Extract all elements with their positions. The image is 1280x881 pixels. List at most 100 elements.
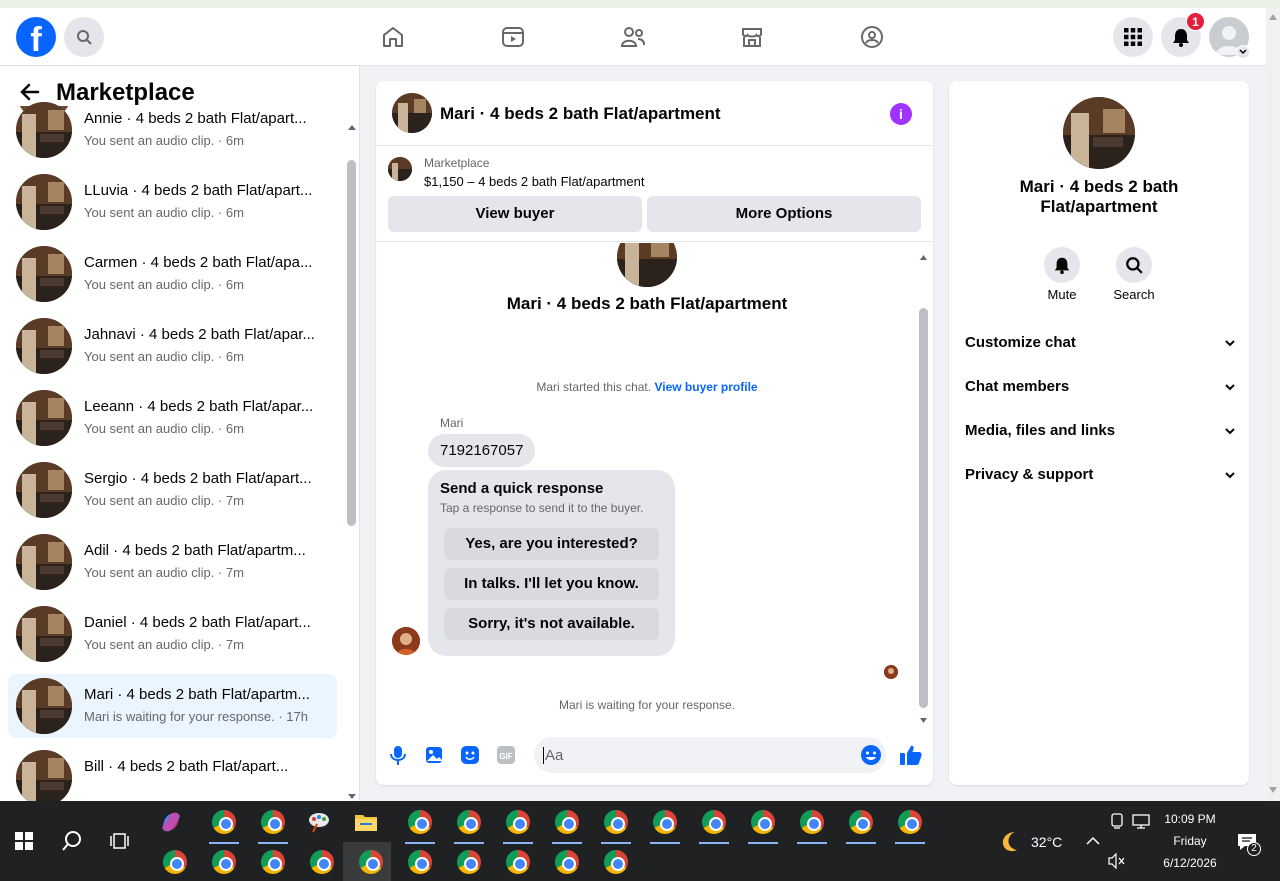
windows-start-icon[interactable]: [8, 825, 40, 857]
chat-members-row[interactable]: Chat members: [965, 371, 1235, 403]
gif-icon[interactable]: GIF: [495, 744, 517, 766]
chrome-taskbar-icon[interactable]: [453, 846, 485, 878]
scroll-down-arrow-icon[interactable]: [347, 788, 357, 801]
details-name: Mari · 4 beds 2 bath Flat/apartment: [1019, 177, 1179, 216]
listing-price-title[interactable]: $1,150 – 4 beds 2 bath Flat/apartment: [424, 174, 644, 189]
page-scroll-up-icon[interactable]: [1269, 14, 1277, 20]
chrome-taskbar-icon[interactable]: [502, 806, 534, 838]
chrome-taskbar-icon[interactable]: [649, 806, 681, 838]
chrome-taskbar-icon[interactable]: [845, 806, 877, 838]
microphone-icon[interactable]: [387, 744, 409, 766]
sticker-icon[interactable]: [459, 744, 481, 766]
buyer-avatar[interactable]: [392, 627, 420, 655]
media-files-links-row[interactable]: Media, files and links: [965, 415, 1235, 447]
chrome-taskbar-icon[interactable]: [355, 846, 387, 878]
chat-title[interactable]: Mari · 4 beds 2 bath Flat/apartment: [440, 104, 721, 124]
paint-app-icon[interactable]: [303, 806, 335, 838]
chat-scroll-down-icon[interactable]: [919, 711, 928, 729]
conversation-item[interactable]: Daniel · 4 beds 2 bath Flat/apart... You …: [8, 602, 337, 666]
info-icon[interactable]: i: [890, 103, 912, 125]
conversation-item[interactable]: Adil · 4 beds 2 bath Flat/apartm... You s…: [8, 530, 337, 594]
clock-date[interactable]: 6/12/2026: [1156, 856, 1224, 870]
scrollbar-thumb[interactable]: [347, 160, 356, 526]
conversation-item[interactable]: Leeann · 4 beds 2 bath Flat/apar... You s…: [8, 386, 337, 450]
customize-chat-row[interactable]: Customize chat: [965, 327, 1235, 359]
conversation-name: Sergio · 4 beds 2 bath Flat/apart...: [84, 470, 312, 487]
chrome-taskbar-icon[interactable]: [502, 846, 534, 878]
copilot-icon[interactable]: [155, 806, 187, 838]
chrome-taskbar-icon[interactable]: [208, 846, 240, 878]
page-scrollbar[interactable]: [1266, 8, 1280, 801]
photo-icon[interactable]: [423, 744, 445, 766]
nav-marketplace[interactable]: [732, 17, 772, 57]
search-icon: [1126, 257, 1143, 274]
chrome-taskbar-icon[interactable]: [306, 846, 338, 878]
clock-time[interactable]: 10:09 PM: [1156, 812, 1224, 826]
nav-friends[interactable]: [613, 17, 653, 57]
temperature[interactable]: 32°C: [1031, 834, 1062, 850]
conversation-item[interactable]: Mari · 4 beds 2 bath Flat/apartm... Mari …: [8, 674, 337, 738]
nav-groups[interactable]: [852, 17, 892, 57]
conversation-item[interactable]: Sergio · 4 beds 2 bath Flat/apart... You …: [8, 458, 337, 522]
taskbar-search-icon[interactable]: [56, 825, 88, 857]
text-cursor: [543, 747, 544, 764]
started-text: Mari started this chat.: [536, 380, 652, 394]
page-scroll-down-icon[interactable]: [1269, 787, 1277, 793]
moon-weather-icon[interactable]: [997, 828, 1023, 859]
chrome-taskbar-icon[interactable]: [600, 806, 632, 838]
menu-button[interactable]: [1113, 17, 1153, 57]
conversation-avatar: [16, 246, 72, 302]
view-buyer-button[interactable]: View buyer: [388, 196, 642, 232]
file-explorer-icon[interactable]: [350, 806, 382, 838]
quick-reply-interested[interactable]: Yes, are you interested?: [444, 528, 659, 560]
more-options-button[interactable]: More Options: [647, 196, 921, 232]
quick-reply-not-available[interactable]: Sorry, it's not available.: [444, 608, 659, 640]
chrome-taskbar-icon[interactable]: [551, 846, 583, 878]
chrome-taskbar-icon[interactable]: [698, 806, 730, 838]
network-icon[interactable]: [1132, 813, 1150, 834]
thumbs-up-icon[interactable]: [899, 744, 922, 766]
conversation-item[interactable]: LLuvia · 4 beds 2 bath Flat/apart... You …: [8, 170, 337, 234]
message-bubble[interactable]: 7192167057: [428, 434, 536, 467]
mute-button[interactable]: [1044, 247, 1080, 283]
scroll-up-arrow-icon[interactable]: [347, 118, 357, 136]
clock-day[interactable]: Friday: [1156, 834, 1224, 848]
task-view-icon[interactable]: [104, 825, 136, 857]
nav-home[interactable]: [373, 17, 413, 57]
chrome-taskbar-icon[interactable]: [404, 806, 436, 838]
chrome-taskbar-icon[interactable]: [600, 846, 632, 878]
emoji-icon[interactable]: [860, 744, 882, 771]
nav-video[interactable]: [493, 17, 533, 57]
message-input[interactable]: Aa: [534, 737, 886, 773]
meet-now-icon[interactable]: [1110, 813, 1124, 834]
chrome-taskbar-icon[interactable]: [159, 846, 191, 878]
chrome-taskbar-icon[interactable]: [404, 846, 436, 878]
search-in-chat-button[interactable]: [1116, 247, 1152, 283]
privacy-support-row[interactable]: Privacy & support: [965, 459, 1235, 491]
facebook-logo-icon[interactable]: f: [16, 17, 56, 57]
chrome-taskbar-icon[interactable]: [257, 846, 289, 878]
running-indicator: [650, 842, 680, 844]
tray-overflow-chevron-icon[interactable]: [1086, 833, 1100, 851]
conversation-name: Leeann · 4 beds 2 bath Flat/apar...: [84, 398, 314, 415]
quick-reply-in-talks[interactable]: In talks. I'll let you know.: [444, 568, 659, 600]
conversation-item[interactable]: Carmen · 4 beds 2 bath Flat/apa... You se…: [8, 242, 337, 306]
conversation-avatar: [16, 606, 72, 662]
chrome-taskbar-icon[interactable]: [257, 806, 289, 838]
chat-avatar[interactable]: [392, 93, 432, 133]
volume-muted-icon[interactable]: [1108, 852, 1126, 874]
account-chevron-icon[interactable]: [1236, 45, 1250, 59]
chat-scroll-up-icon[interactable]: [919, 248, 928, 266]
chrome-taskbar-icon[interactable]: [747, 806, 779, 838]
chrome-taskbar-icon[interactable]: [551, 806, 583, 838]
search-button[interactable]: [64, 17, 104, 57]
chrome-taskbar-icon[interactable]: [208, 806, 240, 838]
chrome-taskbar-icon[interactable]: [453, 806, 485, 838]
conversation-item[interactable]: Annie · 4 beds 2 bath Flat/apart... You s…: [8, 98, 337, 162]
chrome-taskbar-icon[interactable]: [894, 806, 926, 838]
view-buyer-profile-link[interactable]: View buyer profile: [654, 380, 757, 394]
conversation-item[interactable]: Bill · 4 beds 2 bath Flat/apart...: [8, 746, 337, 801]
conversation-item[interactable]: Jahnavi · 4 beds 2 bath Flat/apar... You …: [8, 314, 337, 378]
chat-scrollbar-thumb[interactable]: [919, 308, 928, 708]
chrome-taskbar-icon[interactable]: [796, 806, 828, 838]
